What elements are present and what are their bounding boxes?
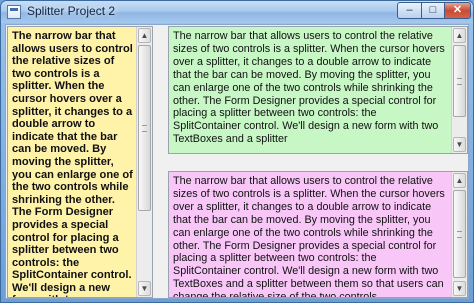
scroll-down-arrow-icon[interactable]: ▼ <box>453 281 466 296</box>
app-window-icon[interactable] <box>7 5 21 19</box>
scroll-thumb[interactable] <box>138 45 151 211</box>
main-window: Splitter Project 2 – □ ✕ The narrow bar … <box>0 0 474 303</box>
scroll-down-arrow-icon[interactable]: ▼ <box>138 281 151 296</box>
top-right-textbox[interactable]: The narrow bar that allows users to cont… <box>168 26 468 154</box>
scroll-thumb[interactable] <box>453 45 466 117</box>
scroll-up-arrow-icon[interactable]: ▲ <box>453 28 466 43</box>
window-title: Splitter Project 2 <box>27 4 116 18</box>
scroll-up-arrow-icon[interactable]: ▲ <box>453 173 466 188</box>
bottom-right-vertical-scrollbar[interactable]: ▲ ▼ <box>451 172 467 297</box>
vertical-splitter[interactable] <box>154 26 167 298</box>
scroll-thumb[interactable] <box>453 190 466 278</box>
top-right-vertical-scrollbar[interactable]: ▲ ▼ <box>451 27 467 153</box>
bottom-right-textbox[interactable]: The narrow bar that allows users to cont… <box>168 171 468 298</box>
title-bar[interactable]: Splitter Project 2 – □ ✕ <box>1 1 473 23</box>
left-textbox-text: The narrow bar that allows users to cont… <box>12 30 133 297</box>
bottom-right-textbox-text: The narrow bar that allows users to cont… <box>173 175 445 298</box>
maximize-button[interactable]: □ <box>421 2 445 19</box>
scroll-up-arrow-icon[interactable]: ▲ <box>138 28 151 43</box>
left-vertical-scrollbar[interactable]: ▲ ▼ <box>136 27 152 297</box>
split-container: The narrow bar that allows users to cont… <box>5 24 469 299</box>
close-button[interactable]: ✕ <box>444 2 471 19</box>
horizontal-splitter[interactable] <box>168 155 468 170</box>
scroll-down-arrow-icon[interactable]: ▼ <box>453 137 466 152</box>
minimize-button[interactable]: – <box>397 2 422 19</box>
left-textbox[interactable]: The narrow bar that allows users to cont… <box>7 26 153 298</box>
top-right-textbox-text: The narrow bar that allows users to cont… <box>173 30 445 146</box>
